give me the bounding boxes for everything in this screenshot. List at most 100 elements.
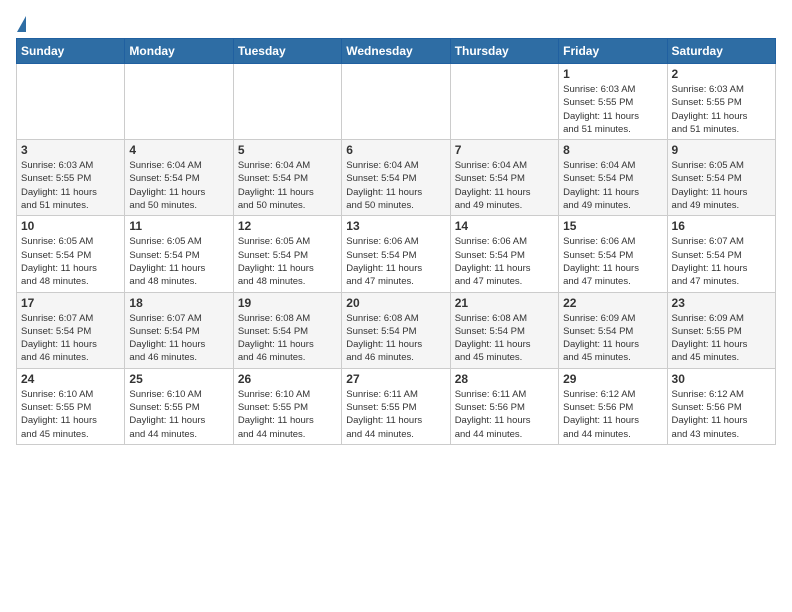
day-info: Sunrise: 6:10 AM Sunset: 5:55 PM Dayligh… <box>129 388 228 441</box>
calendar-cell <box>17 64 125 140</box>
day-info: Sunrise: 6:10 AM Sunset: 5:55 PM Dayligh… <box>238 388 337 441</box>
day-info: Sunrise: 6:08 AM Sunset: 5:54 PM Dayligh… <box>238 312 337 365</box>
day-number: 29 <box>563 372 662 386</box>
day-number: 18 <box>129 296 228 310</box>
calendar-cell: 9 Sunrise: 6:05 AM Sunset: 5:54 PM Daylig… <box>667 140 775 216</box>
logo-triangle-icon <box>17 16 26 32</box>
day-number: 28 <box>455 372 554 386</box>
day-info: Sunrise: 6:12 AM Sunset: 5:56 PM Dayligh… <box>672 388 771 441</box>
day-info: Sunrise: 6:06 AM Sunset: 5:54 PM Dayligh… <box>455 235 554 288</box>
day-number: 24 <box>21 372 120 386</box>
day-info: Sunrise: 6:07 AM Sunset: 5:54 PM Dayligh… <box>672 235 771 288</box>
day-number: 1 <box>563 67 662 81</box>
day-header-sunday: Sunday <box>17 39 125 64</box>
calendar-cell: 7Sunrise: 6:04 AM Sunset: 5:54 PM Daylig… <box>450 140 558 216</box>
page-header <box>16 16 776 30</box>
day-info: Sunrise: 6:04 AM Sunset: 5:54 PM Dayligh… <box>563 159 662 212</box>
calendar-cell: 8 Sunrise: 6:04 AM Sunset: 5:54 PM Daylig… <box>559 140 667 216</box>
day-number: 26 <box>238 372 337 386</box>
day-header-monday: Monday <box>125 39 233 64</box>
day-info: Sunrise: 6:04 AM Sunset: 5:54 PM Dayligh… <box>346 159 445 212</box>
calendar-cell <box>450 64 558 140</box>
calendar-cell <box>125 64 233 140</box>
calendar-cell: 13 Sunrise: 6:06 AM Sunset: 5:54 PM Dayli… <box>342 216 450 292</box>
day-info: Sunrise: 6:04 AM Sunset: 5:54 PM Dayligh… <box>238 159 337 212</box>
day-info: Sunrise: 6:08 AM Sunset: 5:54 PM Dayligh… <box>455 312 554 365</box>
day-info: Sunrise: 6:06 AM Sunset: 5:54 PM Dayligh… <box>346 235 445 288</box>
day-number: 4 <box>129 143 228 157</box>
calendar-cell: 22Sunrise: 6:09 AM Sunset: 5:54 PM Dayli… <box>559 292 667 368</box>
calendar-cell: 3 Sunrise: 6:03 AM Sunset: 5:55 PM Daylig… <box>17 140 125 216</box>
day-number: 9 <box>672 143 771 157</box>
day-number: 21 <box>455 296 554 310</box>
calendar-table: SundayMondayTuesdayWednesdayThursdayFrid… <box>16 38 776 445</box>
week-row-1: 1 Sunrise: 6:03 AM Sunset: 5:55 PM Daylig… <box>17 64 776 140</box>
calendar-cell: 28 Sunrise: 6:11 AM Sunset: 5:56 PM Dayli… <box>450 368 558 444</box>
day-number: 23 <box>672 296 771 310</box>
day-header-tuesday: Tuesday <box>233 39 341 64</box>
day-number: 15 <box>563 219 662 233</box>
day-info: Sunrise: 6:10 AM Sunset: 5:55 PM Dayligh… <box>21 388 120 441</box>
calendar-cell <box>233 64 341 140</box>
day-header-friday: Friday <box>559 39 667 64</box>
calendar-cell: 14 Sunrise: 6:06 AM Sunset: 5:54 PM Dayli… <box>450 216 558 292</box>
calendar-cell: 20 Sunrise: 6:08 AM Sunset: 5:54 PM Dayli… <box>342 292 450 368</box>
day-header-saturday: Saturday <box>667 39 775 64</box>
day-info: Sunrise: 6:07 AM Sunset: 5:54 PM Dayligh… <box>21 312 120 365</box>
day-number: 10 <box>21 219 120 233</box>
day-number: 22 <box>563 296 662 310</box>
calendar-cell: 5 Sunrise: 6:04 AM Sunset: 5:54 PM Daylig… <box>233 140 341 216</box>
calendar-cell: 30 Sunrise: 6:12 AM Sunset: 5:56 PM Dayli… <box>667 368 775 444</box>
day-info: Sunrise: 6:09 AM Sunset: 5:55 PM Dayligh… <box>672 312 771 365</box>
day-header-thursday: Thursday <box>450 39 558 64</box>
day-info: Sunrise: 6:03 AM Sunset: 5:55 PM Dayligh… <box>672 83 771 136</box>
day-number: 17 <box>21 296 120 310</box>
calendar-cell: 17 Sunrise: 6:07 AM Sunset: 5:54 PM Dayli… <box>17 292 125 368</box>
day-info: Sunrise: 6:11 AM Sunset: 5:56 PM Dayligh… <box>455 388 554 441</box>
calendar-cell: 15 Sunrise: 6:06 AM Sunset: 5:54 PM Dayli… <box>559 216 667 292</box>
day-info: Sunrise: 6:05 AM Sunset: 5:54 PM Dayligh… <box>238 235 337 288</box>
day-number: 8 <box>563 143 662 157</box>
day-number: 13 <box>346 219 445 233</box>
calendar-cell: 27 Sunrise: 6:11 AM Sunset: 5:55 PM Dayli… <box>342 368 450 444</box>
day-number: 7 <box>455 143 554 157</box>
logo <box>16 16 26 30</box>
day-number: 3 <box>21 143 120 157</box>
day-number: 16 <box>672 219 771 233</box>
calendar-cell: 12 Sunrise: 6:05 AM Sunset: 5:54 PM Dayli… <box>233 216 341 292</box>
calendar-cell: 25 Sunrise: 6:10 AM Sunset: 5:55 PM Dayli… <box>125 368 233 444</box>
calendar-cell: 2Sunrise: 6:03 AM Sunset: 5:55 PM Daylig… <box>667 64 775 140</box>
day-info: Sunrise: 6:08 AM Sunset: 5:54 PM Dayligh… <box>346 312 445 365</box>
day-number: 11 <box>129 219 228 233</box>
calendar-cell: 10 Sunrise: 6:05 AM Sunset: 5:54 PM Dayli… <box>17 216 125 292</box>
week-row-5: 24 Sunrise: 6:10 AM Sunset: 5:55 PM Dayli… <box>17 368 776 444</box>
day-info: Sunrise: 6:06 AM Sunset: 5:54 PM Dayligh… <box>563 235 662 288</box>
day-number: 19 <box>238 296 337 310</box>
day-info: Sunrise: 6:03 AM Sunset: 5:55 PM Dayligh… <box>21 159 120 212</box>
week-row-3: 10 Sunrise: 6:05 AM Sunset: 5:54 PM Dayli… <box>17 216 776 292</box>
calendar-cell: 24 Sunrise: 6:10 AM Sunset: 5:55 PM Dayli… <box>17 368 125 444</box>
day-number: 12 <box>238 219 337 233</box>
day-number: 30 <box>672 372 771 386</box>
day-number: 5 <box>238 143 337 157</box>
calendar-cell: 23 Sunrise: 6:09 AM Sunset: 5:55 PM Dayli… <box>667 292 775 368</box>
calendar-cell: 21 Sunrise: 6:08 AM Sunset: 5:54 PM Dayli… <box>450 292 558 368</box>
calendar-cell: 26 Sunrise: 6:10 AM Sunset: 5:55 PM Dayli… <box>233 368 341 444</box>
day-number: 6 <box>346 143 445 157</box>
week-row-4: 17 Sunrise: 6:07 AM Sunset: 5:54 PM Dayli… <box>17 292 776 368</box>
day-number: 20 <box>346 296 445 310</box>
calendar-cell: 6 Sunrise: 6:04 AM Sunset: 5:54 PM Daylig… <box>342 140 450 216</box>
day-number: 14 <box>455 219 554 233</box>
calendar-cell: 1Sunrise: 6:03 AM Sunset: 5:55 PM Daylig… <box>559 64 667 140</box>
calendar-cell <box>342 64 450 140</box>
day-info: Sunrise: 6:11 AM Sunset: 5:55 PM Dayligh… <box>346 388 445 441</box>
calendar-cell: 29Sunrise: 6:12 AM Sunset: 5:56 PM Dayli… <box>559 368 667 444</box>
calendar-header-row: SundayMondayTuesdayWednesdayThursdayFrid… <box>17 39 776 64</box>
day-number: 27 <box>346 372 445 386</box>
day-number: 25 <box>129 372 228 386</box>
day-info: Sunrise: 6:05 AM Sunset: 5:54 PM Dayligh… <box>21 235 120 288</box>
day-info: Sunrise: 6:05 AM Sunset: 5:54 PM Dayligh… <box>672 159 771 212</box>
week-row-2: 3 Sunrise: 6:03 AM Sunset: 5:55 PM Daylig… <box>17 140 776 216</box>
day-info: Sunrise: 6:04 AM Sunset: 5:54 PM Dayligh… <box>129 159 228 212</box>
calendar-cell: 11Sunrise: 6:05 AM Sunset: 5:54 PM Dayli… <box>125 216 233 292</box>
